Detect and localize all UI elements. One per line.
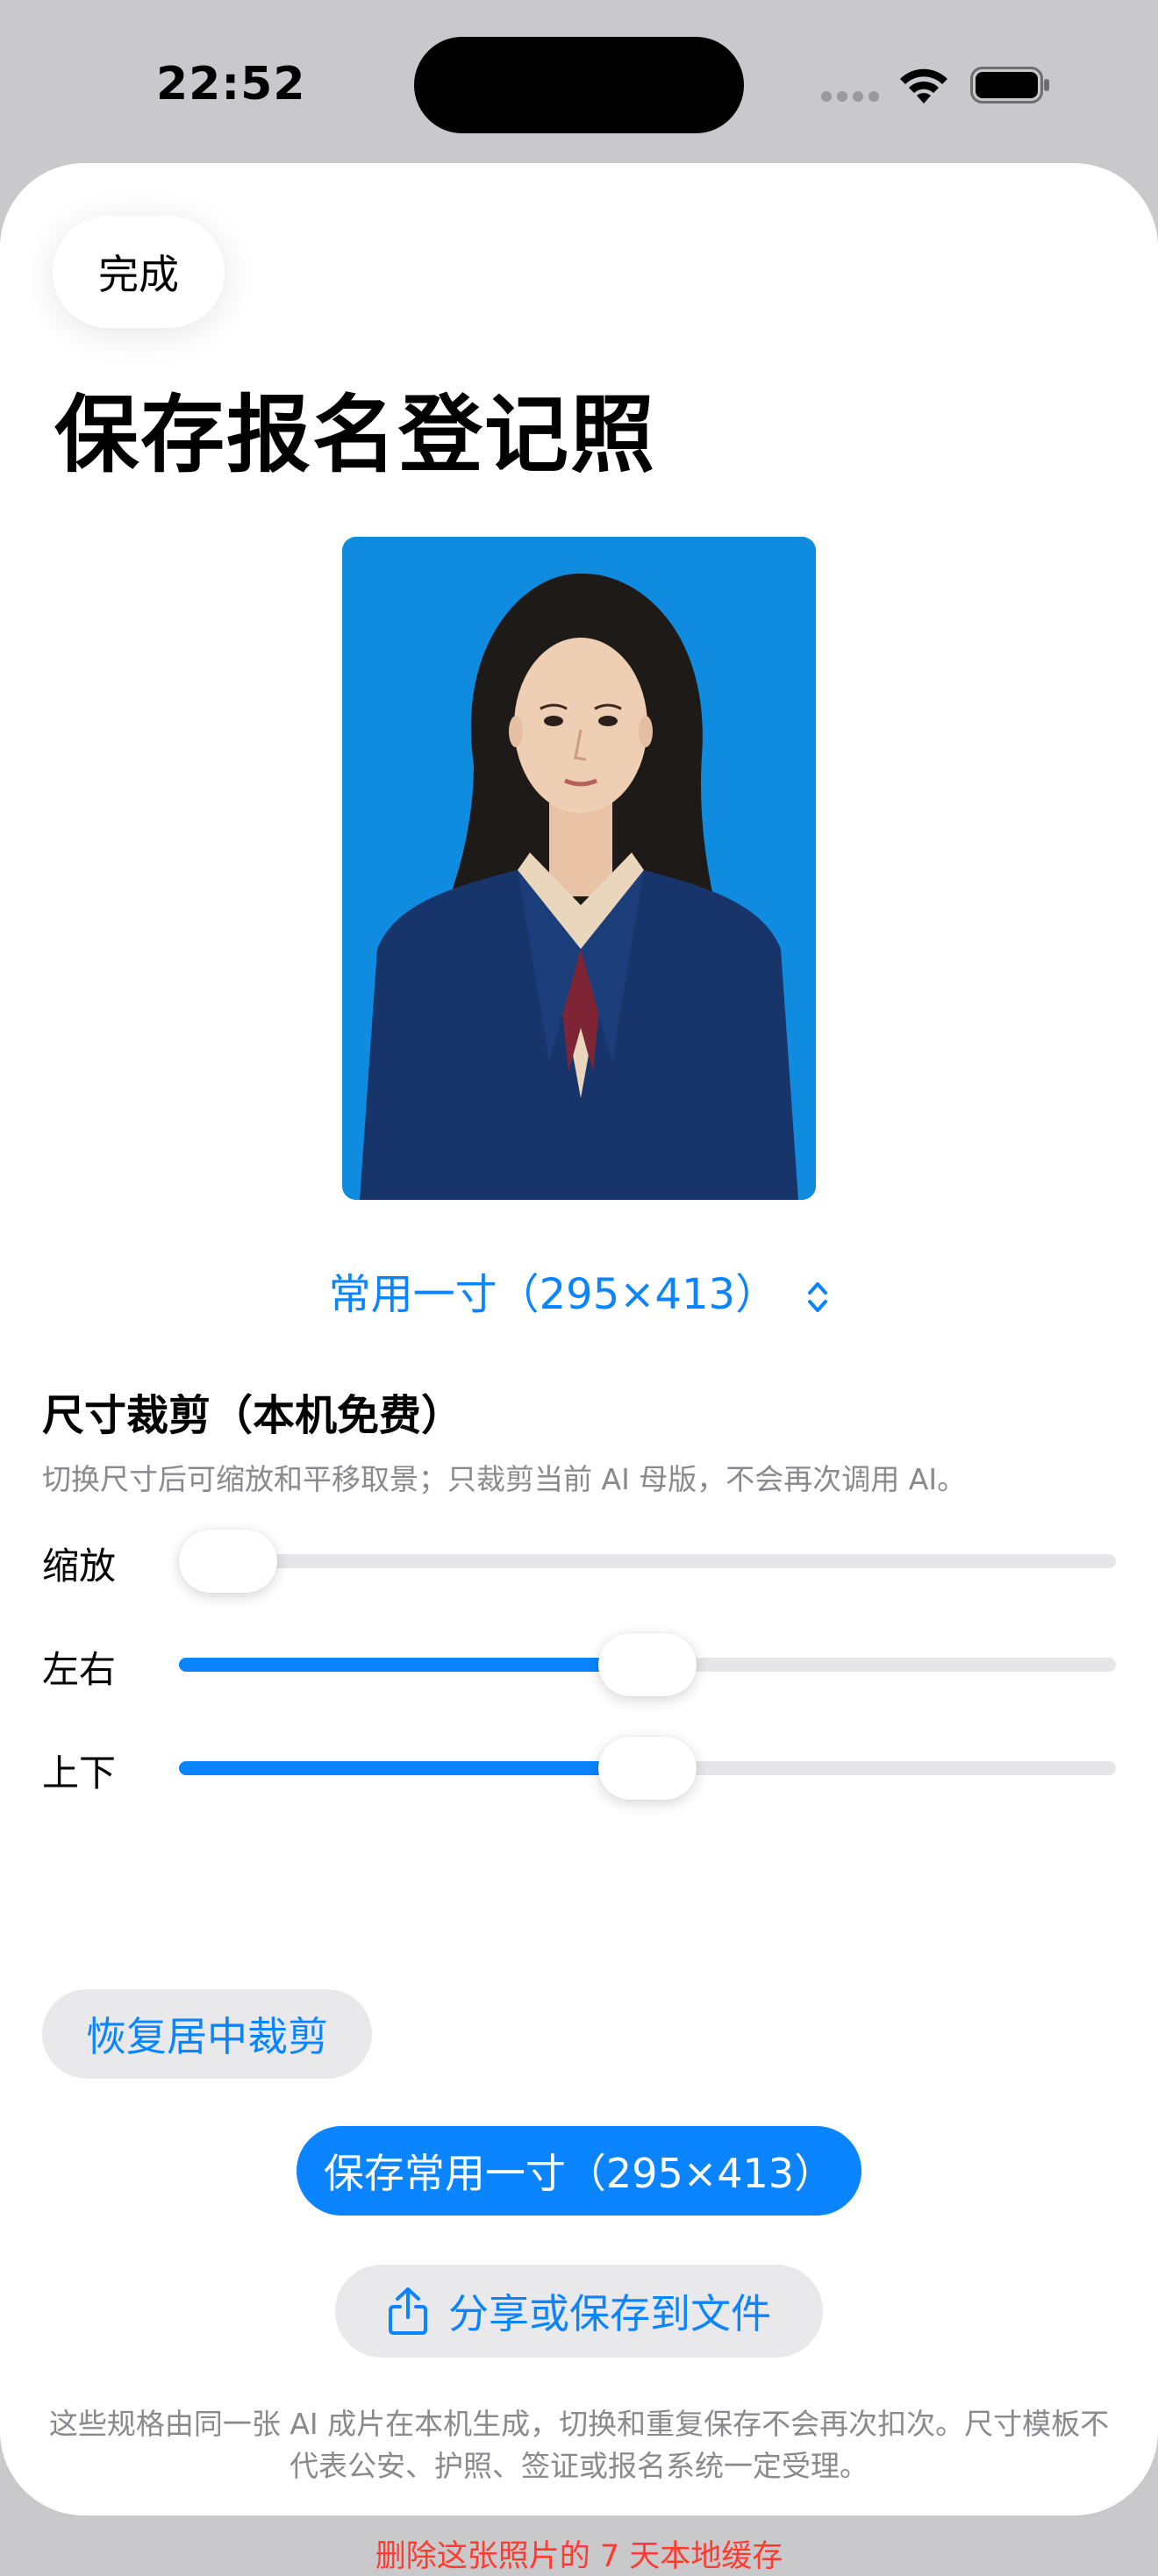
share-icon bbox=[389, 2287, 427, 2335]
zoom-slider-label: 缩放 bbox=[42, 1545, 117, 1588]
zoom-slider-thumb[interactable] bbox=[179, 1530, 277, 1593]
page-title: 保存报名登记照 bbox=[54, 386, 656, 484]
size-picker[interactable]: 常用一寸（295×413） bbox=[0, 1259, 1158, 1321]
horizontal-slider-row: 左右 bbox=[42, 1626, 1116, 1696]
share-button-label: 分享或保存到文件 bbox=[448, 2290, 771, 2337]
share-button[interactable]: 分享或保存到文件 bbox=[335, 2265, 823, 2358]
portrait-photo bbox=[342, 537, 816, 1200]
vertical-slider[interactable] bbox=[179, 1737, 1116, 1800]
save-sheet: 完成 保存报名登记照 常用一寸（295×413） 尺寸裁剪（本机免费） 切换尺寸… bbox=[0, 163, 1158, 2574]
vertical-slider-fill bbox=[179, 1761, 647, 1775]
crop-section-title: 尺寸裁剪（本机免费） bbox=[42, 1391, 464, 1440]
wifi-icon bbox=[900, 68, 947, 103]
dynamic-island bbox=[414, 37, 744, 133]
battery-icon bbox=[970, 67, 1049, 103]
horizontal-slider-label: 左右 bbox=[42, 1648, 117, 1691]
vertical-slider-row: 上下 bbox=[42, 1730, 1116, 1800]
chevron-up-down-icon bbox=[808, 1282, 828, 1312]
disclaimer-text: 这些规格由同一张 AI 成片在本机生成，切换和重复保存不会再次扣次。尺寸模板不代… bbox=[48, 2407, 1110, 2483]
crop-description: 切换尺寸后可缩放和平移取景；只裁剪当前 AI 母版，不会再次调用 AI。 bbox=[42, 1462, 967, 1496]
cellular-signal-icon bbox=[821, 91, 879, 102]
zoom-slider[interactable] bbox=[179, 1530, 1116, 1593]
vertical-slider-label: 上下 bbox=[42, 1752, 117, 1795]
horizontal-slider-thumb[interactable] bbox=[598, 1633, 697, 1696]
horizontal-slider-fill bbox=[179, 1658, 647, 1672]
zoom-slider-row: 缩放 bbox=[42, 1523, 1116, 1593]
size-picker-label: 常用一寸（295×413） bbox=[328, 1270, 778, 1319]
vertical-slider-thumb[interactable] bbox=[598, 1737, 697, 1800]
delete-cache-link[interactable]: 删除这张照片的 7 天本地缓存 bbox=[0, 2531, 1158, 2576]
horizontal-slider[interactable] bbox=[179, 1633, 1116, 1696]
save-size-button[interactable]: 保存常用一寸（295×413） bbox=[297, 2126, 861, 2216]
reset-crop-button[interactable]: 恢复居中裁剪 bbox=[42, 1989, 372, 2079]
id-photo-preview bbox=[342, 537, 816, 1200]
status-time: 22:52 bbox=[156, 58, 306, 111]
done-button[interactable]: 完成 bbox=[53, 216, 225, 328]
status-bar: 22:52 bbox=[0, 0, 1158, 167]
